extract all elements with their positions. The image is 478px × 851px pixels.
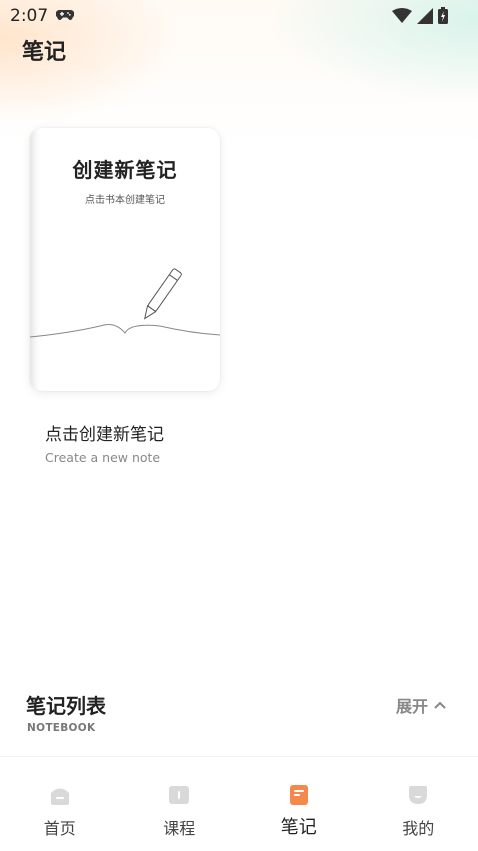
tab-profile[interactable]: 我的 bbox=[359, 757, 478, 851]
status-icons bbox=[392, 7, 448, 24]
tab-course[interactable]: 课程 bbox=[120, 757, 240, 851]
tab-home[interactable]: 首页 bbox=[0, 757, 120, 851]
expand-label: 展开 bbox=[396, 693, 428, 717]
book-subtitle: 点击书本创建笔记 bbox=[30, 191, 220, 206]
book-title: 创建新笔记 bbox=[30, 154, 220, 183]
cell-signal-icon bbox=[417, 8, 433, 24]
gamepad-icon bbox=[56, 9, 74, 21]
tab-course-label: 课程 bbox=[120, 815, 240, 839]
page-title: 笔记 bbox=[22, 34, 66, 66]
status-time: 2:07 bbox=[10, 6, 48, 26]
pen-illustration bbox=[30, 263, 220, 343]
home-icon bbox=[49, 784, 71, 806]
bottom-tab-bar: 首页 课程 笔记 我的 bbox=[0, 756, 478, 851]
create-note-book[interactable]: 创建新笔记 点击书本创建笔记 bbox=[30, 128, 220, 391]
chevron-up-icon bbox=[434, 701, 446, 709]
create-note-label[interactable]: 点击创建新笔记 bbox=[45, 420, 164, 445]
status-bar: 2:07 bbox=[0, 0, 478, 32]
tab-notes[interactable]: 笔记 bbox=[239, 757, 359, 851]
battery-icon bbox=[438, 7, 448, 24]
tab-notes-label: 笔记 bbox=[239, 813, 359, 839]
notebook-list-title: 笔记列表 bbox=[26, 690, 106, 719]
wifi-icon bbox=[392, 8, 412, 24]
tab-home-label: 首页 bbox=[0, 815, 120, 839]
create-note-sublabel: Create a new note bbox=[45, 450, 160, 465]
notebook-list-subtitle: NOTEBOOK bbox=[27, 722, 95, 734]
notes-icon bbox=[289, 784, 309, 806]
profile-icon bbox=[407, 784, 429, 806]
course-icon bbox=[168, 784, 190, 806]
expand-button[interactable]: 展开 bbox=[396, 693, 446, 717]
tab-profile-label: 我的 bbox=[359, 815, 478, 839]
